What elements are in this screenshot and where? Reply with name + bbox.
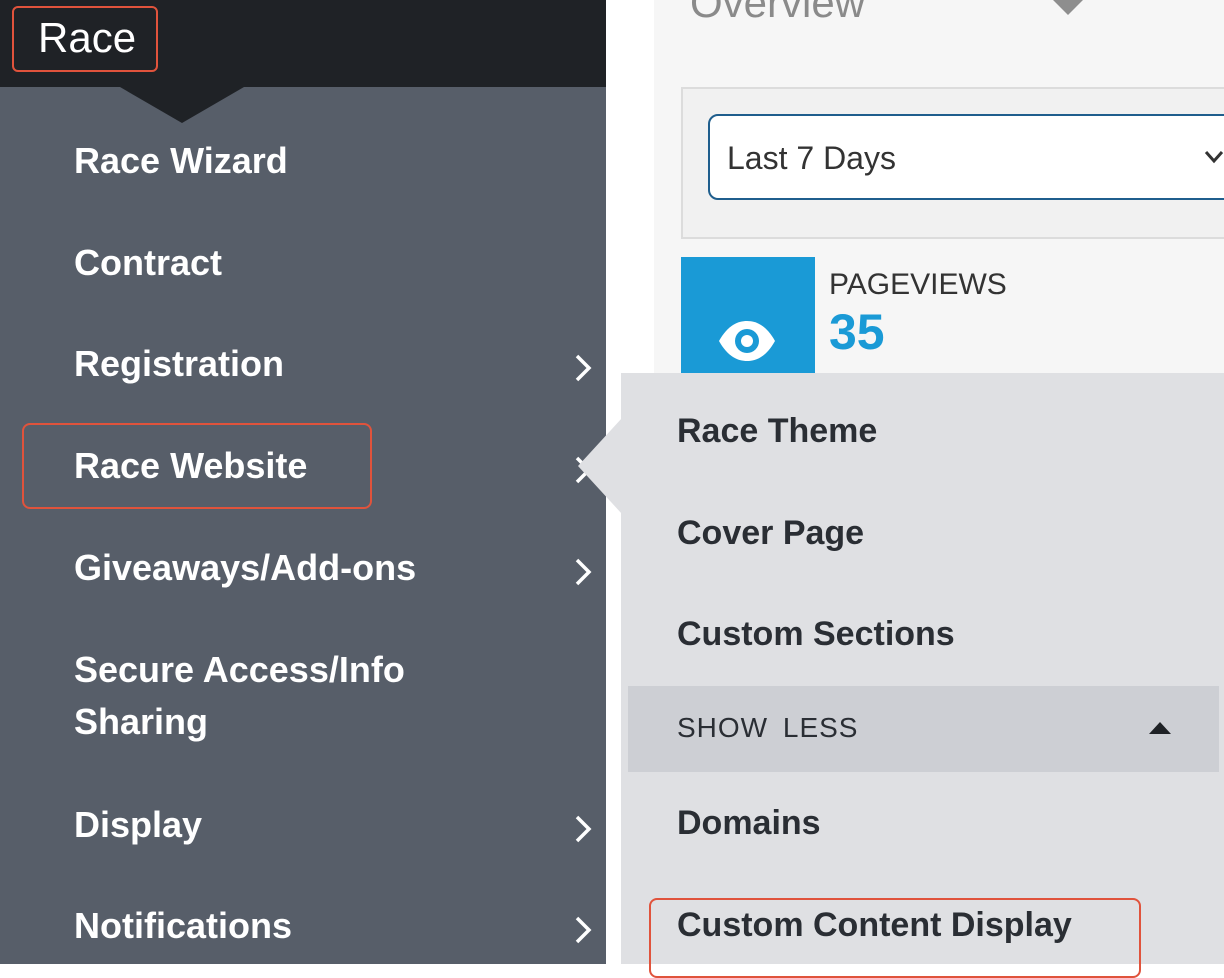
race-website-submenu — [621, 373, 1224, 964]
stat-value: 35 — [829, 304, 885, 360]
sidebar-item-race-wizard[interactable]: Race Wizard — [74, 135, 288, 187]
sidebar-item-display[interactable]: Display — [74, 799, 202, 851]
sidebar-item-race-website[interactable]: Race Website — [74, 440, 307, 492]
submenu-item-cover-page[interactable]: Cover Page — [677, 509, 864, 557]
sidebar-item-notifications[interactable]: Notifications — [74, 900, 292, 952]
sidebar-item-label-line2: Sharing — [74, 701, 209, 742]
chevron-right-icon — [575, 815, 592, 843]
submenu-pointer — [578, 418, 622, 514]
submenu-item-custom-content-display[interactable]: Custom Content Display — [677, 901, 1072, 949]
sidebar-title[interactable]: Race — [12, 6, 158, 72]
submenu-item-race-theme[interactable]: Race Theme — [677, 407, 877, 455]
sidebar-item-registration[interactable]: Registration — [74, 338, 284, 390]
show-less-label: SHOW LESS — [677, 712, 859, 743]
submenu-item-custom-sections[interactable]: Custom Sections — [677, 610, 955, 658]
stat-label: PAGEVIEWS — [829, 268, 1007, 301]
header-pointer — [120, 87, 244, 123]
sidebar-item-giveaways[interactable]: Giveaways/Add-ons — [74, 542, 416, 594]
chevron-right-icon — [575, 558, 592, 586]
submenu-item-domains[interactable]: Domains — [677, 799, 821, 847]
chevron-down-icon[interactable] — [1204, 150, 1224, 164]
date-range-value: Last 7 Days — [727, 140, 896, 176]
sidebar-item-secure-access[interactable]: Secure Access/Info Sharing — [74, 644, 405, 748]
caret-up-icon — [1149, 722, 1171, 734]
chevron-right-icon — [575, 354, 592, 382]
page-title: Overview — [690, 0, 866, 26]
chevron-right-icon — [575, 916, 592, 944]
sidebar-item-label: Secure Access/Info — [74, 649, 405, 690]
eye-icon — [719, 321, 775, 361]
sidebar-item-contract[interactable]: Contract — [74, 237, 222, 289]
